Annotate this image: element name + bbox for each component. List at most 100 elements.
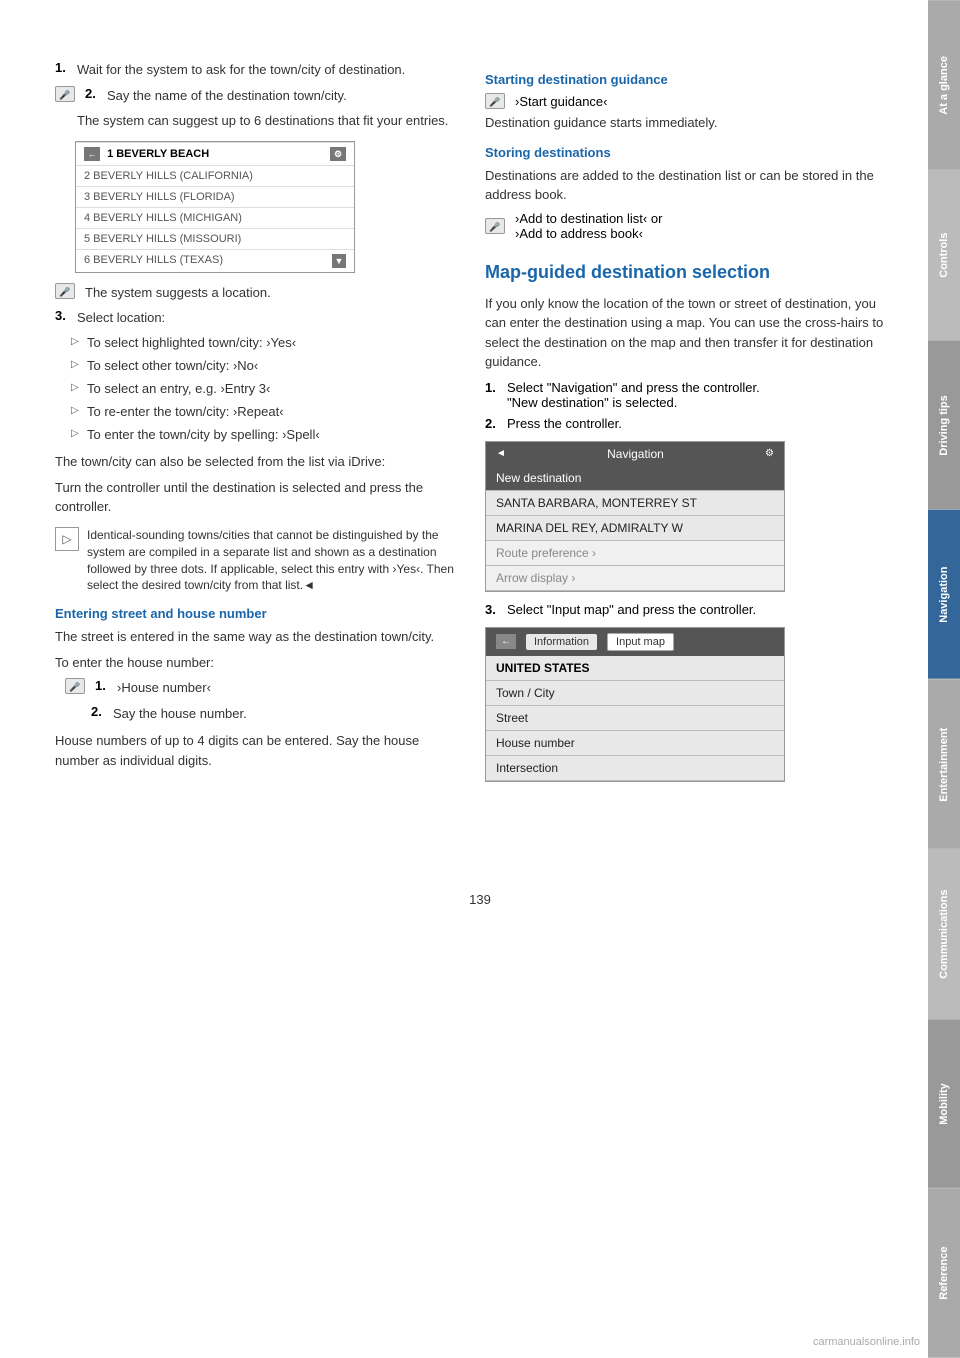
add-cmd-row: 🎤 ›Add to destination list‹ or ›Add to a… xyxy=(485,211,886,241)
dest-item-3: 3 BEVERLY HILLS (FLORIDA) xyxy=(76,186,354,207)
suggest-location-row: 🎤 The system suggests a location. xyxy=(55,283,455,303)
map-step-3-num: 3. xyxy=(485,602,501,617)
tab-communications[interactable]: Communications xyxy=(928,849,960,1019)
triangle-icon-2: ▷ xyxy=(71,359,81,370)
tab-mobility[interactable]: Mobility xyxy=(928,1019,960,1189)
input-map-row-3[interactable]: Street xyxy=(486,706,784,731)
start-body: Destination guidance starts immediately. xyxy=(485,113,886,133)
tab-entertainment[interactable]: Entertainment xyxy=(928,679,960,849)
tab-navigation[interactable]: Navigation xyxy=(928,509,960,679)
entering-heading: Entering street and house number xyxy=(55,606,455,621)
tab-input-map[interactable]: Input map xyxy=(607,633,674,651)
town-note-1: The town/city can also be selected from … xyxy=(55,452,455,472)
suggest-location-text: The system suggests a location. xyxy=(85,283,271,303)
house-intro: To enter the house number: xyxy=(55,653,455,673)
add-cmds: ›Add to destination list‹ or ›Add to add… xyxy=(515,211,662,241)
storing-heading: Storing destinations xyxy=(485,145,886,160)
back-arrow-icon: ← xyxy=(84,147,100,161)
dest-item-6: 6 BEVERLY HILLS (TEXAS) ▼ xyxy=(76,249,354,272)
house-step-2-num: 2. xyxy=(91,704,107,719)
suggest-paragraph: The system can suggest up to 6 destinati… xyxy=(77,111,455,131)
tab-driving-tips[interactable]: Driving tips xyxy=(928,340,960,510)
house-step-2-text: Say the house number. xyxy=(113,704,247,724)
map-step-2-num: 2. xyxy=(485,416,501,431)
input-map-row-4[interactable]: House number xyxy=(486,731,784,756)
side-tabs: At a glance Controls Driving tips Naviga… xyxy=(928,0,960,1358)
tab-reference[interactable]: Reference xyxy=(928,1188,960,1358)
step-2-number: 2. xyxy=(85,86,101,101)
sub-item-1: ▷ To select highlighted town/city: ›Yes‹ xyxy=(71,334,455,352)
tab-information[interactable]: Information xyxy=(526,634,597,650)
nav-ui-title: Navigation xyxy=(506,447,765,461)
step-3-text: Select location: xyxy=(77,308,165,328)
input-map-header: ← Information Input map xyxy=(486,628,784,656)
map-step-2: 2. Press the controller. xyxy=(485,416,886,431)
entering-body: The street is entered in the same way as… xyxy=(55,627,455,647)
map-body: If you only know the location of the tow… xyxy=(485,294,886,372)
triangle-icon-1: ▷ xyxy=(71,336,81,347)
add-cmd-2: ›Add to address book‹ xyxy=(515,226,662,241)
dest-item-6-text: 6 BEVERLY HILLS (TEXAS) xyxy=(84,254,223,268)
map-step-1-text: Select "Navigation" and press the contro… xyxy=(507,380,760,395)
nav-recent-1[interactable]: SANTA BARBARA, MONTERREY ST xyxy=(486,491,784,516)
map-step-1-num: 1. xyxy=(485,380,501,395)
sub-list: ▷ To select highlighted town/city: ›Yes‹… xyxy=(71,334,455,445)
dest-item-4: 4 BEVERLY HILLS (MICHIGAN) xyxy=(76,207,354,228)
house-note: House numbers of up to 4 digits can be e… xyxy=(55,731,455,770)
voice-icon-2: 🎤 xyxy=(55,283,75,299)
step-1-text: Wait for the system to ask for the town/… xyxy=(77,60,405,80)
step-3-number: 3. xyxy=(55,308,71,323)
starting-heading: Starting destination guidance xyxy=(485,72,886,87)
map-step-1-content: Select "Navigation" and press the contro… xyxy=(507,380,760,410)
step-1-item: 1. Wait for the system to ask for the to… xyxy=(55,60,455,80)
map-step-3: 3. Select "Input map" and press the cont… xyxy=(485,602,886,617)
sub-item-5: ▷ To enter the town/city by spelling: ›S… xyxy=(71,426,455,444)
dest-item-2: 2 BEVERLY HILLS (CALIFORNIA) xyxy=(76,165,354,186)
sub-item-2-text: To select other town/city: ›No‹ xyxy=(87,357,258,375)
voice-icon-4: 🎤 xyxy=(485,93,505,109)
note-box: ▷ Identical-sounding towns/cities that c… xyxy=(55,527,455,594)
right-column: Starting destination guidance 🎤 ›Start g… xyxy=(485,60,886,792)
note-icon: ▷ xyxy=(55,527,79,551)
house-step-1-text: ›House number‹ xyxy=(117,678,211,698)
tab-controls[interactable]: Controls xyxy=(928,170,960,340)
town-note-2: Turn the controller until the destinatio… xyxy=(55,478,455,517)
input-map-row-5[interactable]: Intersection xyxy=(486,756,784,781)
input-map-ui-box: ← Information Input map UNITED STATES To… xyxy=(485,627,785,782)
nav-settings-icon: ⚙ xyxy=(765,448,774,459)
input-map-row-1[interactable]: UNITED STATES xyxy=(486,656,784,681)
input-map-row-2[interactable]: Town / City xyxy=(486,681,784,706)
destination-list-box: ← 1 BEVERLY BEACH ⚙ 2 BEVERLY HILLS (CAL… xyxy=(75,141,355,273)
settings-icon: ⚙ xyxy=(330,147,346,161)
nav-ui-header: ◄ Navigation ⚙ xyxy=(486,442,784,466)
note-box-text: Identical-sounding towns/cities that can… xyxy=(87,527,455,594)
add-cmd-1: ›Add to destination list‹ or xyxy=(515,211,662,226)
main-content: 1. Wait for the system to ask for the to… xyxy=(0,0,926,872)
nav-route-pref[interactable]: Route preference › xyxy=(486,541,784,566)
sub-item-4-text: To re-enter the town/city: ›Repeat‹ xyxy=(87,403,284,421)
sub-item-5-text: To enter the town/city by spelling: ›Spe… xyxy=(87,426,320,444)
dest-item-5: 5 BEVERLY HILLS (MISSOURI) xyxy=(76,228,354,249)
nav-arrow-display[interactable]: Arrow display › xyxy=(486,566,784,591)
scroll-down-icon[interactable]: ▼ xyxy=(332,254,346,268)
voice-icon-5: 🎤 xyxy=(485,218,505,234)
step-2-item: 🎤 2. Say the name of the destination tow… xyxy=(55,86,455,106)
map-heading: Map-guided destination selection xyxy=(485,261,886,284)
input-back-icon: ← xyxy=(496,634,516,649)
tab-at-a-glance[interactable]: At a glance xyxy=(928,0,960,170)
triangle-icon-5: ▷ xyxy=(71,428,81,439)
nav-recent-2[interactable]: MARINA DEL REY, ADMIRALTY W xyxy=(486,516,784,541)
map-step-2-text: Press the controller. xyxy=(507,416,622,431)
triangle-icon-4: ▷ xyxy=(71,405,81,416)
house-steps: 🎤 1. ›House number‹ 2. Say the house num… xyxy=(65,678,455,723)
start-cmd-text: ›Start guidance‹ xyxy=(515,94,608,109)
watermark: carmanualsonline.info xyxy=(813,1336,920,1348)
start-cmd-row: 🎤 ›Start guidance‹ xyxy=(485,93,886,109)
nav-back-icon: ◄ xyxy=(496,448,506,459)
suggest-text: The system can suggest up to 6 destinati… xyxy=(77,111,455,131)
sub-item-3: ▷ To select an entry, e.g. ›Entry 3‹ xyxy=(71,380,455,398)
left-column: 1. Wait for the system to ask for the to… xyxy=(55,60,455,792)
nav-new-dest[interactable]: New destination xyxy=(486,466,784,491)
map-step-1: 1. Select "Navigation" and press the con… xyxy=(485,380,886,410)
sub-item-2: ▷ To select other town/city: ›No‹ xyxy=(71,357,455,375)
